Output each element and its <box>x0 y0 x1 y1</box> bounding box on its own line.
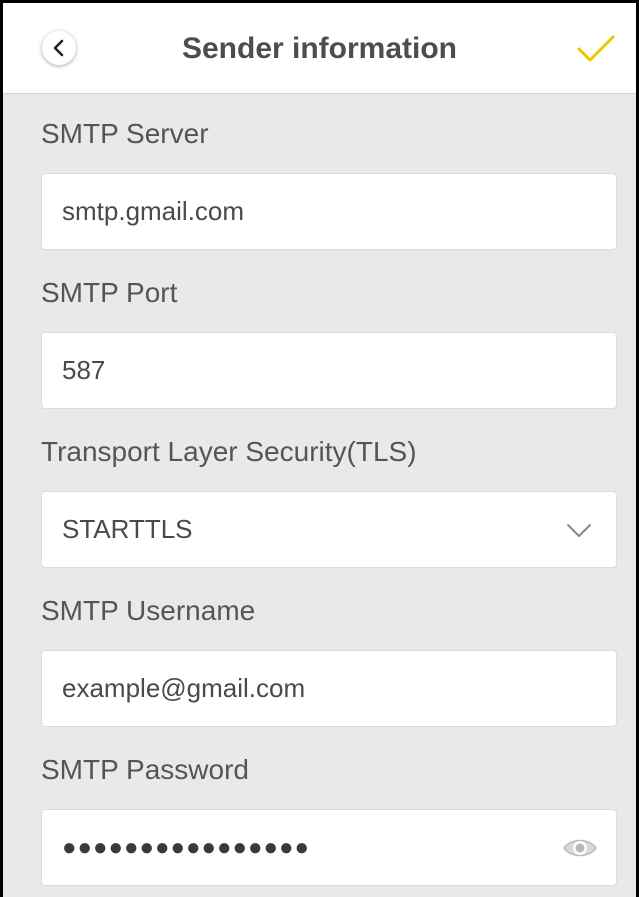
smtp-username-value: example@gmail.com <box>62 673 306 703</box>
smtp-server-value: smtp.gmail.com <box>62 196 245 226</box>
app-screen: Sender information SMTP Server smtp.gmai… <box>0 0 639 897</box>
header-bar: Sender information <box>3 3 636 94</box>
smtp-port-value: 587 <box>62 355 106 385</box>
smtp-username-label: SMTP Username <box>41 595 256 626</box>
smtp-password-value: ●●●●●●●●●●●●●●●● <box>62 833 310 861</box>
chevron-down-icon <box>567 524 591 537</box>
smtp-password-label: SMTP Password <box>41 754 249 785</box>
smtp-server-label: SMTP Server <box>41 118 209 149</box>
checkmark-icon <box>577 35 615 62</box>
tls-label: Transport Layer Security(TLS) <box>41 436 417 467</box>
confirm-button[interactable] <box>574 29 618 69</box>
smtp-password-input[interactable]: ●●●●●●●●●●●●●●●● <box>41 809 617 886</box>
eye-icon[interactable] <box>562 832 598 864</box>
smtp-port-input[interactable]: 587 <box>41 332 617 409</box>
smtp-server-input[interactable]: smtp.gmail.com <box>41 173 617 250</box>
page-title: Sender information <box>181 32 458 65</box>
tls-select[interactable]: STARTTLS <box>41 491 617 568</box>
smtp-port-label: SMTP Port <box>41 277 178 308</box>
tls-value: STARTTLS <box>62 514 193 544</box>
smtp-username-input[interactable]: example@gmail.com <box>41 650 617 727</box>
